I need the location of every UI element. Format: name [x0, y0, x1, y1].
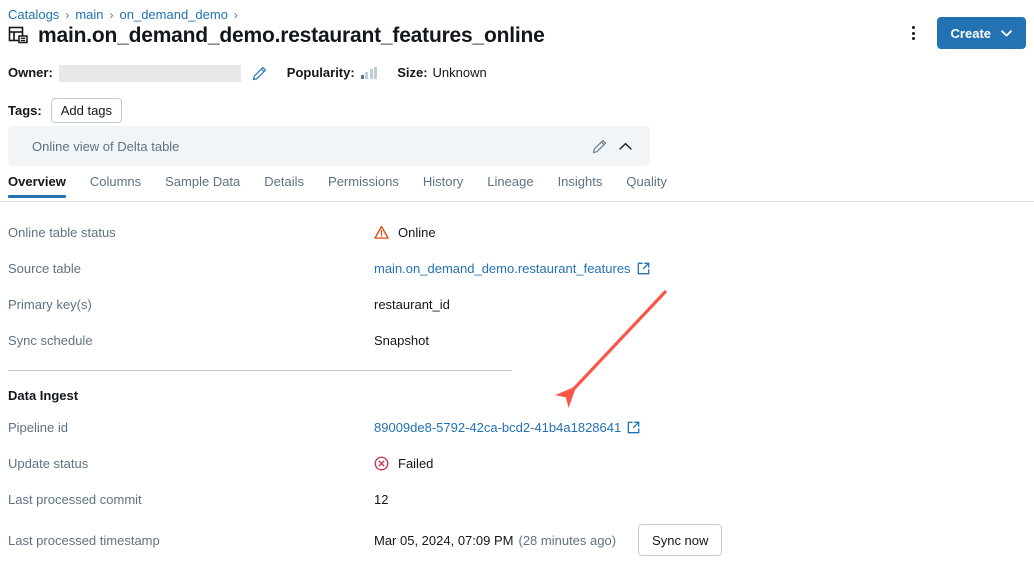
row-label: Sync schedule — [8, 333, 374, 348]
owner-label: Owner: — [8, 64, 53, 82]
overview-details: Online table status Online Source table … — [8, 214, 1008, 563]
online-table-status-value: Online — [398, 225, 436, 240]
row-label: Pipeline id — [8, 420, 374, 435]
tab-overview[interactable]: Overview — [8, 174, 78, 197]
source-table-link[interactable]: main.on_demand_demo.restaurant_features — [374, 261, 631, 276]
tab-sample-data[interactable]: Sample Data — [153, 174, 252, 197]
row-label: Source table — [8, 261, 374, 276]
add-tags-button[interactable]: Add tags — [51, 98, 122, 123]
row-label: Last processed timestamp — [8, 533, 374, 548]
row-source-table: Source table main.on_demand_demo.restaur… — [8, 250, 1008, 286]
section-divider — [8, 370, 512, 371]
row-value: Failed — [374, 456, 433, 471]
row-update-status: Update status Failed — [8, 445, 1008, 481]
header-actions: Create — [899, 17, 1026, 49]
row-online-table-status: Online table status Online — [8, 214, 1008, 250]
row-sync-schedule: Sync schedule Snapshot — [8, 322, 1008, 358]
warning-triangle-icon — [374, 225, 389, 240]
more-vertical-icon[interactable] — [899, 18, 929, 48]
row-last-processed-commit: Last processed commit 12 — [8, 481, 1008, 517]
owner-value-redacted — [59, 65, 241, 82]
collapse-description-chevron-up-icon[interactable] — [612, 133, 638, 159]
external-link-icon[interactable] — [637, 262, 650, 275]
primary-keys-value: restaurant_id — [374, 297, 450, 312]
chevron-down-icon — [1001, 30, 1012, 37]
pipeline-id-link[interactable]: 89009de8-5792-42ca-bcd2-41b4a1828641 — [374, 420, 621, 435]
row-label: Update status — [8, 456, 374, 471]
row-label: Last processed commit — [8, 492, 374, 507]
tab-details[interactable]: Details — [252, 174, 316, 197]
row-value: 89009de8-5792-42ca-bcd2-41b4a1828641 — [374, 420, 640, 435]
last-processed-timestamp-value: Mar 05, 2024, 07:09 PM — [374, 533, 513, 548]
tab-history[interactable]: History — [411, 174, 475, 197]
row-primary-keys: Primary key(s) restaurant_id — [8, 286, 1008, 322]
tab-columns[interactable]: Columns — [78, 174, 153, 197]
tags-label: Tags: — [8, 103, 42, 118]
size-value: Unknown — [433, 64, 487, 82]
tab-bar: Overview Columns Sample Data Details Per… — [0, 174, 1034, 202]
row-pipeline-id: Pipeline id 89009de8-5792-42ca-bcd2-41b4… — [8, 409, 1008, 445]
breadcrumb-item-main[interactable]: main — [75, 6, 103, 24]
row-last-processed-timestamp: Last processed timestamp Mar 05, 2024, 0… — [8, 517, 1008, 563]
error-circle-icon — [374, 456, 389, 471]
row-value: Mar 05, 2024, 07:09 PM (28 minutes ago) … — [374, 524, 722, 556]
breadcrumb-item-on-demand-demo[interactable]: on_demand_demo — [120, 6, 228, 24]
tab-insights[interactable]: Insights — [546, 174, 615, 197]
title-row: main.on_demand_demo.restaurant_features_… — [8, 24, 1026, 48]
row-label: Online table status — [8, 225, 374, 240]
create-button-label: Create — [951, 26, 991, 41]
breadcrumb-separator: › — [234, 6, 238, 24]
external-link-icon[interactable] — [627, 421, 640, 434]
last-processed-timestamp-relative: (28 minutes ago) — [518, 533, 616, 548]
section-title-data-ingest: Data Ingest — [8, 381, 1008, 409]
page-title: main.on_demand_demo.restaurant_features_… — [38, 24, 545, 48]
catalog-table-page: Catalogs › main › on_demand_demo › main.… — [0, 0, 1034, 564]
breadcrumb-item-catalogs[interactable]: Catalogs — [8, 6, 59, 24]
row-label: Primary key(s) — [8, 297, 374, 312]
last-processed-commit-value: 12 — [374, 492, 388, 507]
sync-schedule-value: Snapshot — [374, 333, 429, 348]
tags-row: Tags: Add tags — [8, 98, 122, 123]
tab-permissions[interactable]: Permissions — [316, 174, 411, 197]
tab-lineage[interactable]: Lineage — [475, 174, 545, 197]
edit-owner-pencil-icon[interactable] — [252, 66, 267, 81]
metadata-row: Owner: Popularity: Size: Unknown — [8, 64, 487, 82]
edit-description-pencil-icon[interactable] — [586, 133, 612, 159]
tab-quality[interactable]: Quality — [614, 174, 678, 197]
popularity-label: Popularity: — [287, 64, 355, 82]
description-box: Online view of Delta table — [8, 126, 650, 166]
breadcrumb: Catalogs › main › on_demand_demo › — [8, 6, 238, 24]
breadcrumb-separator: › — [65, 6, 69, 24]
breadcrumb-separator: › — [110, 6, 114, 24]
size-label: Size: — [397, 64, 427, 82]
row-value: Online — [374, 225, 436, 240]
description-text: Online view of Delta table — [32, 139, 586, 154]
row-value: main.on_demand_demo.restaurant_features — [374, 261, 650, 276]
sync-now-button[interactable]: Sync now — [638, 524, 722, 556]
online-table-icon — [8, 25, 30, 47]
bar-chart-icon — [361, 67, 378, 79]
update-status-value: Failed — [398, 456, 433, 471]
create-button[interactable]: Create — [937, 17, 1026, 49]
